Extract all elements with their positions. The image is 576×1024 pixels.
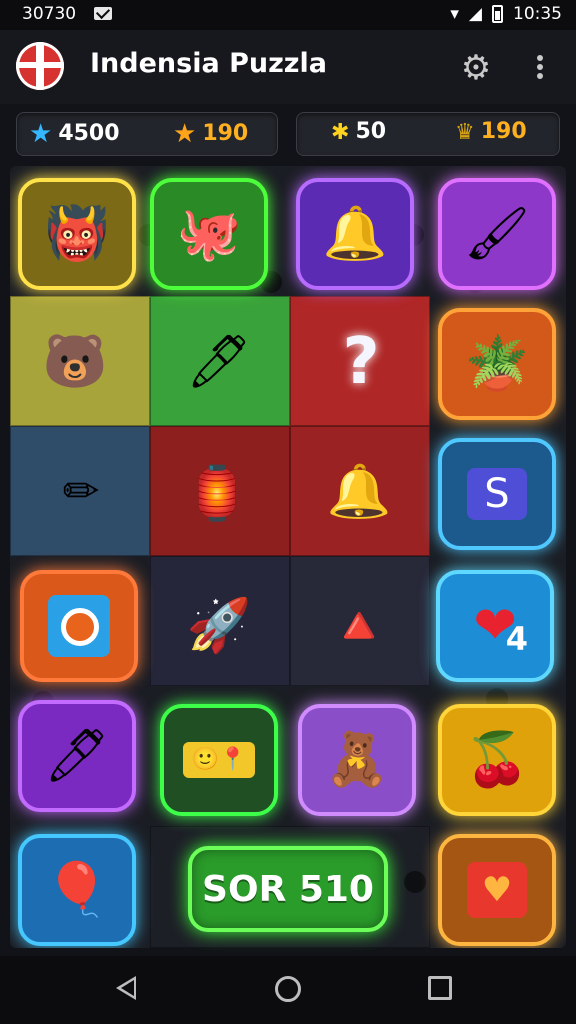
- tile-target[interactable]: [20, 570, 138, 682]
- tile-potted-plant[interactable]: 🪴: [438, 308, 556, 420]
- stat-value: 4500: [58, 121, 120, 146]
- brush-icon: 🖌: [463, 204, 530, 264]
- tile-heart[interactable]: ❤ 4: [436, 570, 554, 682]
- wifi-icon: ▾: [450, 4, 459, 24]
- tile-blue-octopus[interactable]: 🐙: [150, 178, 268, 290]
- plant-icon: 🪴: [464, 334, 530, 394]
- gear-icon[interactable]: ⚙: [458, 50, 494, 86]
- piece-green-pencil[interactable]: ✏: [22, 436, 140, 548]
- chips-icon: 🙂📍: [183, 742, 255, 778]
- stat-gold: ★ 190: [173, 119, 248, 149]
- status-right: ▾ ◢ 10:35: [450, 4, 562, 24]
- status-clock: 10:35: [513, 4, 562, 24]
- piece-question[interactable]: ?: [302, 306, 420, 418]
- stats-right: ✱ 50 ♛ 190: [296, 112, 560, 156]
- lamp-icon: 🔔: [322, 204, 388, 264]
- battery-icon: [492, 5, 503, 23]
- piece-rocket-pencil[interactable]: 🚀: [160, 570, 278, 682]
- status-number: 30730: [22, 4, 77, 24]
- page-title: Indensia Puzzla: [90, 48, 327, 79]
- tile-red-blob-monster[interactable]: 👹: [18, 178, 136, 290]
- status-bar: 30730 ▾ ◢ 10:35: [0, 0, 576, 30]
- crown-icon: ♛: [455, 119, 475, 145]
- triangle-icon: 🔺: [326, 596, 392, 656]
- recent-apps-icon[interactable]: [428, 976, 452, 1000]
- piece-blue-pencil[interactable]: 🖊: [160, 306, 278, 418]
- stats-left: ★ 4500 ★ 190: [16, 112, 278, 156]
- piece-golden-bell[interactable]: 🔔: [300, 436, 418, 548]
- bear-face-icon: 🐻: [42, 332, 108, 392]
- stat-sparkle: ✱ 50: [331, 119, 386, 145]
- home-icon[interactable]: [275, 976, 301, 1002]
- rocket-pencil-icon: 🚀: [186, 596, 252, 656]
- signal-icon: ◢: [468, 4, 482, 24]
- berry-monster-icon: 🍒: [464, 730, 530, 790]
- tile-bell-lamp[interactable]: 🔔: [296, 178, 414, 290]
- question-mark-icon: ?: [342, 325, 380, 399]
- piece-yellow-bear[interactable]: 🐻: [16, 306, 134, 418]
- tile-lightning-box[interactable]: S: [438, 438, 556, 550]
- gift-icon[interactable]: [16, 42, 64, 90]
- puzzle-knob: [404, 871, 426, 893]
- pencil-icon: 🖊: [185, 332, 252, 392]
- tile-heart-box[interactable]: ♥: [438, 834, 556, 946]
- tile-cream-bear[interactable]: 🧸: [298, 704, 416, 816]
- sparkle-icon: ✱: [331, 119, 350, 145]
- app-bar: Indensia Puzzla ⚙: [0, 30, 576, 104]
- target-icon: [48, 595, 110, 657]
- stat-crown: ♛ 190: [455, 119, 527, 145]
- tile-red-berry[interactable]: 🍒: [438, 704, 556, 816]
- octopus-icon: 🐙: [176, 204, 242, 264]
- green-pencil-icon: ✏: [62, 466, 100, 517]
- lightning-icon: S: [467, 468, 527, 520]
- tile-red-balloon[interactable]: 🎈: [18, 834, 136, 946]
- score-button[interactable]: SOR 510: [188, 846, 388, 932]
- piece-gold-triangle[interactable]: 🔺: [300, 570, 418, 682]
- blue-star-icon: ★: [29, 119, 53, 149]
- tile-paint-brush[interactable]: 🖌: [438, 178, 556, 290]
- pencil-icon: 🖊: [43, 726, 110, 786]
- stat-value: 50: [355, 119, 387, 144]
- more-vert-icon[interactable]: [530, 52, 550, 84]
- heart-count: 4: [505, 620, 528, 658]
- gold-star-icon: ★: [173, 119, 197, 149]
- mail-icon: [94, 7, 112, 20]
- nav-bar: [0, 956, 576, 1024]
- bell-icon: 🔔: [326, 462, 392, 522]
- stat-stars: ★ 4500: [29, 119, 120, 149]
- balloon-icon: 🎈: [44, 860, 110, 920]
- tile-purple-pencil[interactable]: 🖊: [18, 700, 136, 812]
- stat-value: 190: [202, 121, 249, 146]
- stat-value: 190: [480, 119, 527, 144]
- heart-box-icon: ♥: [467, 862, 527, 918]
- back-icon[interactable]: [116, 976, 136, 1000]
- pagoda-icon: 🏮: [184, 464, 250, 524]
- puzzle-board: 👹 🐙 🔔 🖌 🐻 🖊 ? 🪴 ✏ 🏮 🔔 S 🚀 🔺 ❤ 4 🖊 🙂📍 🧸 🍒 …: [10, 166, 566, 948]
- piece-golden-pagoda[interactable]: 🏮: [158, 438, 276, 550]
- tile-face-chips[interactable]: 🙂📍: [160, 704, 278, 816]
- red-monster-icon: 👹: [44, 204, 110, 264]
- teddy-icon: 🧸: [324, 730, 390, 790]
